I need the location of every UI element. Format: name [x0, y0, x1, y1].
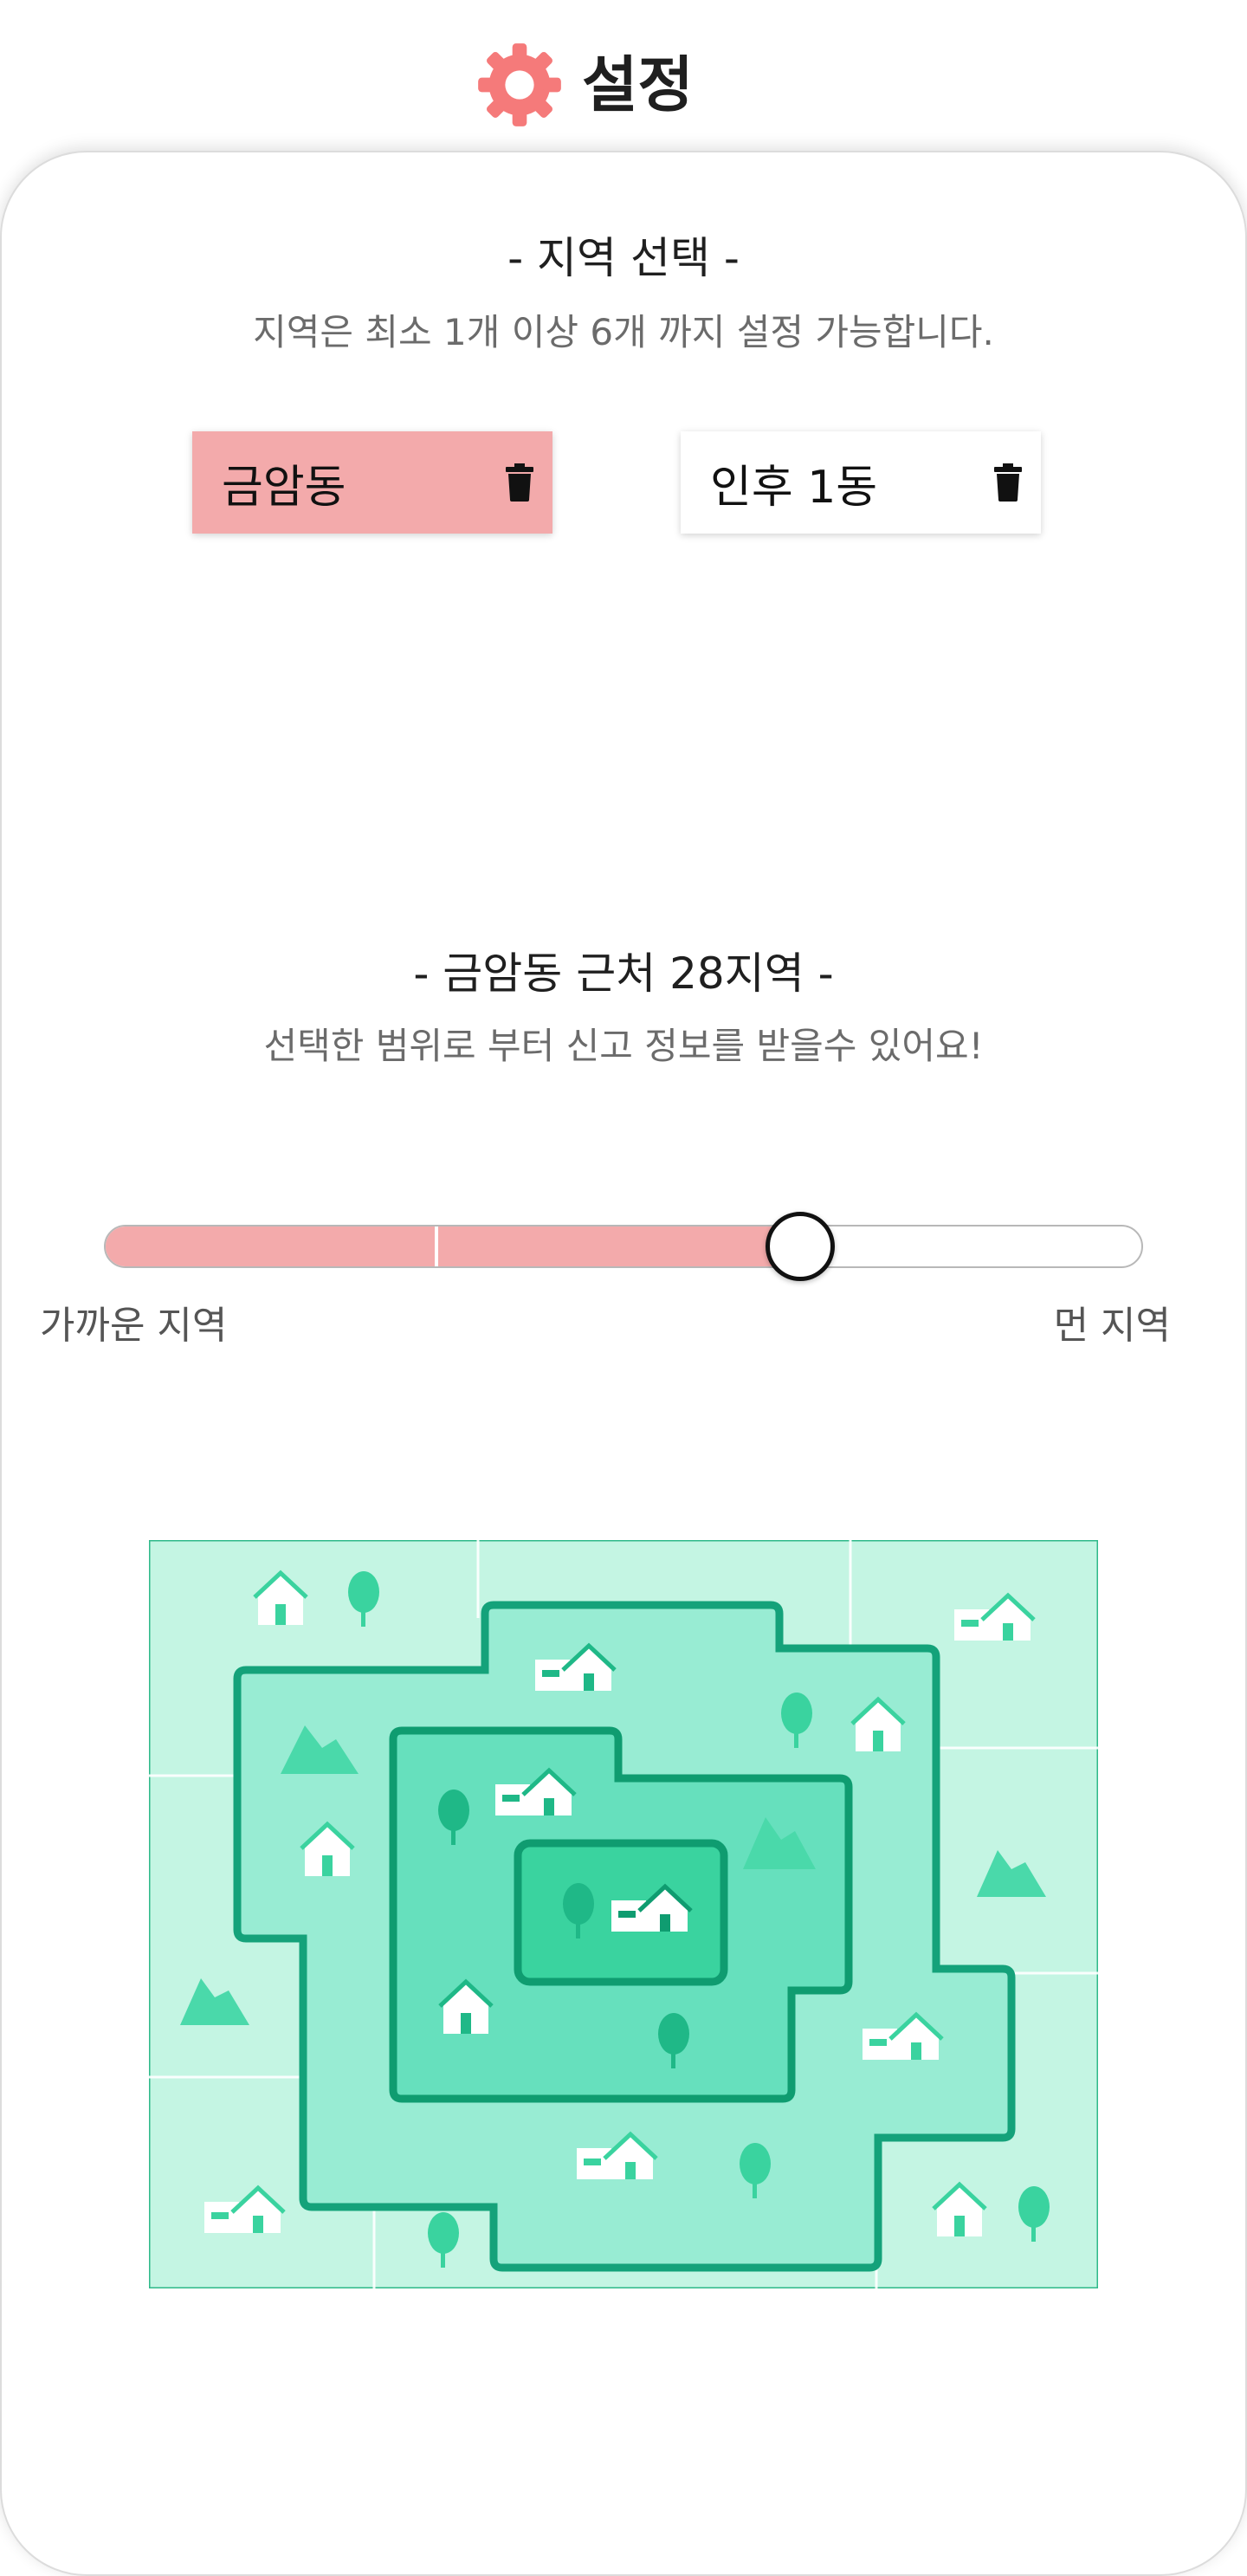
gear-icon — [478, 43, 561, 126]
slider-near-label: 가까운 지역 — [40, 1304, 228, 1348]
neighborhood-map-illustration — [149, 1540, 1098, 2288]
region-chip-1[interactable]: 인후 1동 — [681, 431, 1041, 534]
slider-far-label: 먼 지역 — [1053, 1304, 1171, 1348]
region-section-heading: - 지역 선택 - — [507, 233, 740, 283]
slider-thumb[interactable] — [766, 1212, 835, 1281]
range-slider[interactable] — [104, 1225, 1143, 1268]
range-section-subtitle: 선택한 범위로 부터 신고 정보를 받을수 있어요! — [263, 1025, 984, 1067]
slider-fill — [106, 1227, 802, 1266]
trash-icon[interactable] — [504, 463, 535, 502]
page-title: 설정 — [582, 49, 694, 120]
header: 설정 — [0, 0, 1247, 156]
trash-icon[interactable] — [992, 463, 1024, 502]
range-section-heading: - 금암동 근처 28지역 - — [413, 948, 834, 999]
region-section-subtitle: 지역은 최소 1개 이상 6개 까지 설정 가능합니다. — [253, 311, 994, 353]
region-chip-label: 인후 1동 — [710, 461, 878, 514]
region-chip-label: 금암동 — [222, 461, 346, 514]
slider-tick — [435, 1227, 438, 1266]
region-chip-0[interactable]: 금암동 — [192, 431, 552, 534]
